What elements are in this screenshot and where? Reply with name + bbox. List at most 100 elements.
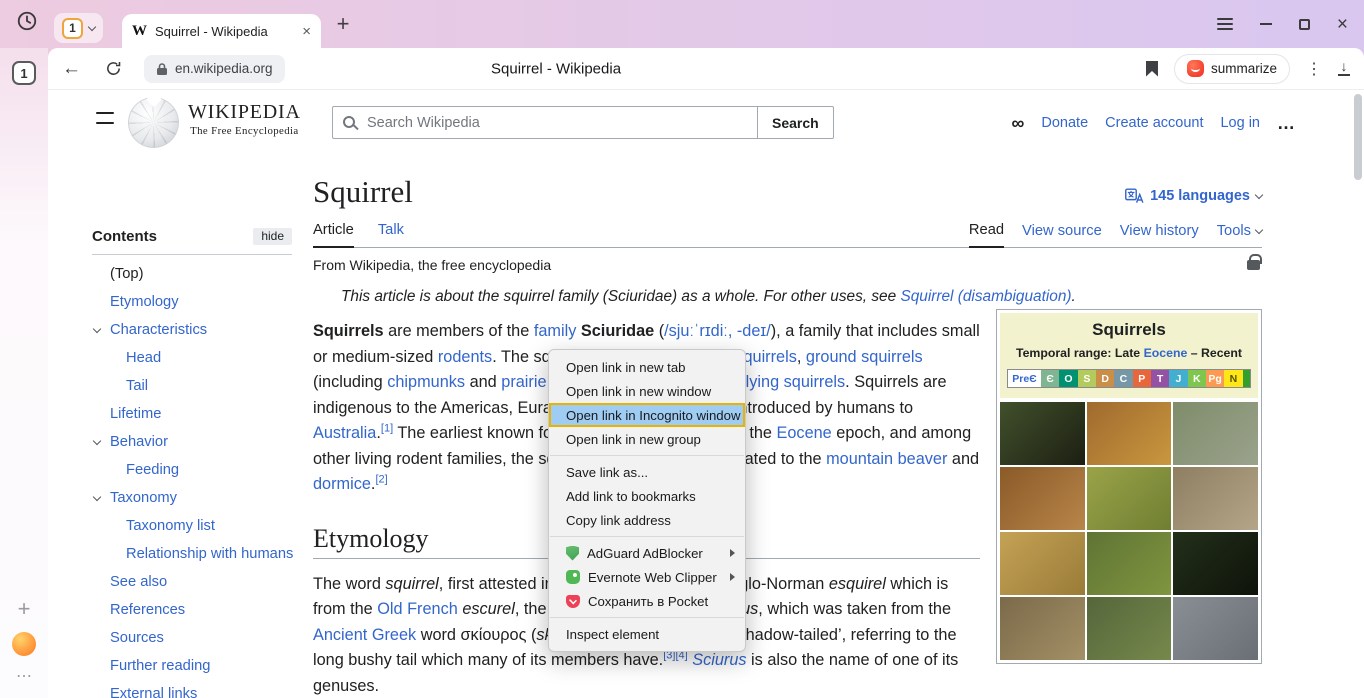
timeline-segment[interactable] bbox=[1243, 370, 1250, 387]
tab-close-icon[interactable]: × bbox=[302, 23, 311, 40]
inline-link[interactable]: Ancient Greek bbox=[313, 626, 416, 644]
languages-button[interactable]: 145 languages bbox=[1125, 188, 1262, 210]
squirrel-photo[interactable] bbox=[1000, 467, 1085, 530]
squirrel-photo[interactable] bbox=[1173, 532, 1258, 595]
timeline-segment[interactable]: Pg bbox=[1206, 370, 1224, 387]
tab-article[interactable]: Article bbox=[313, 222, 354, 248]
donate-link[interactable]: Donate bbox=[1041, 115, 1088, 131]
rail-more-icon[interactable]: ⋯ bbox=[0, 666, 48, 686]
inline-link[interactable]: Old French bbox=[377, 600, 458, 618]
bookmark-icon[interactable] bbox=[1146, 61, 1158, 77]
reload-button[interactable] bbox=[105, 60, 122, 77]
tab-talk[interactable]: Talk bbox=[378, 222, 404, 247]
inline-link[interactable]: Squirrel (disambiguation) bbox=[900, 288, 1071, 305]
search-input[interactable] bbox=[332, 106, 758, 139]
browser-menu-icon[interactable] bbox=[1217, 23, 1233, 25]
history-clock-icon[interactable] bbox=[14, 8, 40, 34]
menu-item-open-link-incognito[interactable]: Open link in Incognito window bbox=[549, 403, 745, 427]
chevron-down-icon[interactable] bbox=[93, 325, 101, 333]
minimize-button[interactable] bbox=[1260, 23, 1272, 25]
tab-view-history[interactable]: View history bbox=[1120, 223, 1199, 247]
create-account-link[interactable]: Create account bbox=[1105, 115, 1203, 131]
rail-apps-orb-icon[interactable] bbox=[12, 632, 36, 656]
toc-item-references[interactable]: References bbox=[92, 596, 292, 624]
back-button[interactable]: ← bbox=[62, 58, 81, 80]
close-button[interactable]: × bbox=[1337, 15, 1348, 34]
squirrel-photo[interactable] bbox=[1000, 532, 1085, 595]
inline-link[interactable]: chipmunks bbox=[387, 373, 465, 391]
timeline-segment[interactable]: Є bbox=[1041, 370, 1059, 387]
toc-item-taxonomy[interactable]: Taxonomy bbox=[92, 484, 292, 512]
inline-link[interactable]: rodents bbox=[438, 348, 492, 366]
toc-item-lifetime[interactable]: Lifetime bbox=[92, 400, 292, 428]
toc-item-etymology[interactable]: Etymology bbox=[92, 288, 292, 316]
squirrel-photo[interactable] bbox=[1000, 597, 1085, 660]
menu-item-open-link-new-window[interactable]: Open link in new window bbox=[549, 379, 745, 403]
inline-link[interactable]: dormice bbox=[313, 475, 371, 493]
address-bar[interactable]: en.wikipedia.org bbox=[144, 55, 285, 83]
timeline-segment[interactable]: S bbox=[1078, 370, 1096, 387]
toc-hide-button[interactable]: hide bbox=[253, 228, 292, 245]
timeline-segment[interactable]: O bbox=[1059, 370, 1077, 387]
squirrel-photo[interactable] bbox=[1087, 532, 1172, 595]
toc-item-head[interactable]: Head bbox=[92, 344, 292, 372]
toc-item-see-also[interactable]: See also bbox=[92, 568, 292, 596]
menu-item-inspect-element[interactable]: Inspect element bbox=[549, 622, 745, 646]
menu-item-open-link-new-tab[interactable]: Open link in new tab bbox=[549, 355, 745, 379]
toc-item-further-reading[interactable]: Further reading bbox=[92, 652, 292, 680]
menu-item-save-to-pocket[interactable]: Сохранить в Pocket bbox=[549, 589, 745, 613]
inline-link[interactable]: Eocene bbox=[777, 424, 832, 442]
summarize-button[interactable]: summarize bbox=[1174, 54, 1290, 84]
timeline-segment[interactable]: T bbox=[1151, 370, 1169, 387]
inline-link[interactable]: /sjuːˈrɪdiː, -deɪ/ bbox=[664, 322, 771, 340]
sidebar-panel-badge[interactable]: 1 bbox=[12, 61, 36, 85]
menu-item-open-link-new-group[interactable]: Open link in new group bbox=[549, 427, 745, 451]
squirrel-photo[interactable] bbox=[1000, 402, 1085, 465]
tools-menu[interactable]: Tools bbox=[1217, 223, 1262, 247]
menu-item-add-link-to-bookmarks[interactable]: Add link to bookmarks bbox=[549, 484, 745, 508]
timeline-segment[interactable]: J bbox=[1169, 370, 1187, 387]
toc-item-feeding[interactable]: Feeding bbox=[92, 456, 292, 484]
eocene-link[interactable]: Eocene bbox=[1144, 346, 1188, 360]
search-button[interactable]: Search bbox=[757, 106, 834, 139]
inline-link[interactable]: Sciurus bbox=[692, 651, 746, 669]
maximize-button[interactable] bbox=[1299, 19, 1310, 30]
squirrel-photo[interactable] bbox=[1087, 402, 1172, 465]
chevron-down-icon[interactable] bbox=[93, 493, 101, 501]
timeline-segment[interactable]: K bbox=[1188, 370, 1206, 387]
squirrel-photo[interactable] bbox=[1173, 467, 1258, 530]
appearance-infinity-icon[interactable]: ∞ bbox=[1012, 113, 1025, 134]
menu-item-copy-link-address[interactable]: Copy link address bbox=[549, 508, 745, 532]
header-more-icon[interactable]: … bbox=[1277, 113, 1296, 134]
chevron-down-icon[interactable] bbox=[93, 437, 101, 445]
timeline-segment[interactable]: PreЄ bbox=[1008, 370, 1041, 387]
timeline-segment[interactable]: P bbox=[1133, 370, 1151, 387]
inline-link[interactable]: ground squirrels bbox=[806, 348, 923, 366]
squirrel-photo[interactable] bbox=[1173, 597, 1258, 660]
inline-link[interactable]: mountain beaver bbox=[826, 450, 947, 468]
inline-link[interactable]: family bbox=[534, 322, 577, 340]
toc-item-characteristics[interactable]: Characteristics bbox=[92, 316, 292, 344]
timeline-segment[interactable]: N bbox=[1224, 370, 1242, 387]
squirrel-photo[interactable] bbox=[1087, 597, 1172, 660]
scrollbar-thumb[interactable] bbox=[1354, 94, 1362, 180]
inline-link[interactable]: flying squirrels bbox=[741, 373, 845, 391]
timeline-segment[interactable]: D bbox=[1096, 370, 1114, 387]
menu-item-adguard-adblocker[interactable]: AdGuard AdBlocker bbox=[549, 541, 745, 565]
menu-item-save-link-as[interactable]: Save link as... bbox=[549, 460, 745, 484]
page-protection-lock-icon[interactable] bbox=[1247, 260, 1260, 270]
inline-link[interactable]: Australia bbox=[313, 424, 376, 442]
tab-read[interactable]: Read bbox=[969, 222, 1004, 248]
timeline-segment[interactable]: C bbox=[1114, 370, 1132, 387]
menu-item-evernote-web-clipper[interactable]: Evernote Web Clipper bbox=[549, 565, 745, 589]
squirrel-photo[interactable] bbox=[1173, 402, 1258, 465]
tab-group-chip[interactable]: 1 bbox=[54, 13, 103, 43]
squirrel-photo[interactable] bbox=[1087, 467, 1172, 530]
toc-item-relationship-with-humans[interactable]: Relationship with humans bbox=[92, 540, 292, 568]
wikipedia-globe-logo[interactable] bbox=[128, 97, 179, 148]
toc-item-top[interactable]: (Top) bbox=[92, 260, 292, 288]
rail-add-button[interactable]: + bbox=[0, 596, 48, 622]
toolbar-more-icon[interactable]: ⋮ bbox=[1306, 59, 1322, 79]
toc-item-tail[interactable]: Tail bbox=[92, 372, 292, 400]
wikipedia-wordmark[interactable]: WIKIPEDIA The Free Encyclopedia bbox=[188, 101, 301, 137]
